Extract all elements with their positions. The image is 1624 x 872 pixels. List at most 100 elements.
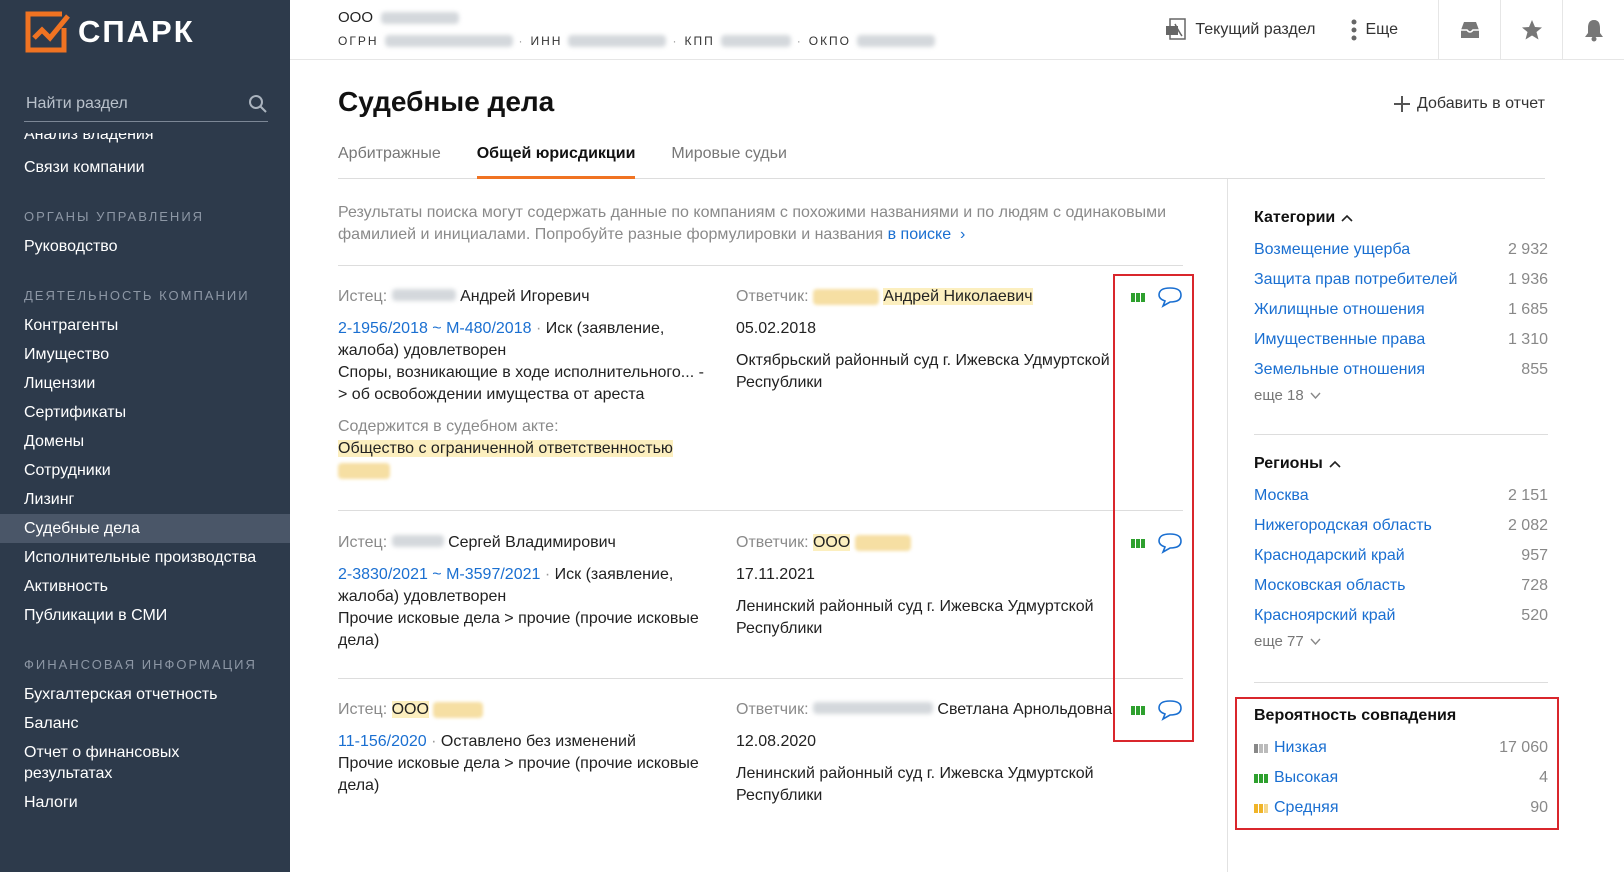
sidebar-item-company-links[interactable]: Связи компании — [0, 153, 290, 182]
facet-item-name: Защита прав потребителей — [1254, 271, 1458, 288]
plaintiff-line: Истец: ООО — [338, 699, 713, 721]
facet-categories-title: Категории — [1254, 209, 1336, 226]
sidebar-item-balance[interactable]: Баланс — [0, 709, 290, 738]
sidebar-search-input[interactable] — [24, 94, 224, 113]
company-ids: ОГРН · ИНН · КПП · ОКПО — [338, 34, 936, 48]
more-label: Еще — [1365, 21, 1398, 38]
add-to-report-button[interactable]: Добавить в отчет — [1393, 95, 1545, 113]
sidebar-item-licenses[interactable]: Лицензии — [0, 369, 290, 398]
case-result-line: 2-1956/2018 ~ М-480/2018 · Иск (заявлени… — [338, 320, 665, 359]
plaintiff-name-redacted — [433, 701, 484, 718]
facet-item[interactable]: Нижегородская область 2 082 — [1254, 511, 1548, 541]
favorites-button[interactable] — [1500, 0, 1562, 60]
case-number-link[interactable]: 2-3830/2021 ~ М-3597/2021 — [338, 566, 540, 583]
defendant-line: Ответчик: Светлана Арнольдовна — [736, 699, 1116, 721]
case-card: Истец: Сергей Владимирович 2-3830/2021 ~… — [338, 532, 1183, 672]
notice-link-label: в поиске — [887, 226, 952, 243]
act-text: Общество с ограниченной ответственностью — [338, 440, 673, 457]
defendant-name: Светлана Арнольдовна — [937, 701, 1113, 718]
sidebar-section-activity: ДЕЯТЕЛЬНОСТЬ КОМПАНИИ — [24, 288, 250, 303]
plaintiff-label: Истец: — [338, 701, 388, 718]
chevron-up-icon — [1329, 460, 1341, 468]
case-number-link[interactable]: 2-1956/2018 ~ М-480/2018 — [338, 320, 531, 337]
facet-item[interactable]: Московская область 728 — [1254, 571, 1548, 601]
case-number-link[interactable]: 11-156/2020 — [338, 733, 427, 750]
kpp-redacted — [720, 35, 791, 47]
facet-item[interactable]: Защита прав потребителей 1 936 — [1254, 265, 1548, 295]
defendant-name: Андрей Николаевич — [883, 288, 1033, 305]
facet-item[interactable]: Москва 2 151 — [1254, 481, 1548, 511]
facet-item-name: Москва — [1254, 487, 1309, 504]
sidebar-item-court-cases[interactable]: Судебные дела — [0, 514, 290, 543]
okpo-redacted — [857, 35, 936, 47]
facet-item-name: Нижегородская область — [1254, 517, 1432, 534]
tab-arbitration[interactable]: Арбитражные — [338, 140, 441, 179]
sidebar-item-taxes[interactable]: Налоги — [0, 788, 290, 817]
star-icon — [1521, 20, 1542, 40]
case-date: 12.08.2020 — [736, 733, 817, 750]
facet-item[interactable]: Земельные отношения 855 — [1254, 355, 1548, 385]
sidebar-item-ownership-analysis[interactable]: Анализ владения — [0, 133, 290, 153]
facet-item-count: 520 — [1521, 607, 1548, 624]
sidebar-item-domains[interactable]: Домены — [0, 427, 290, 456]
case-left-column: Истец: ООО 11-156/2020 · Оставлено без и… — [338, 699, 713, 797]
sidebar-item-financial-results[interactable]: Отчет о финансовых результатах — [0, 738, 210, 788]
facet-item-count: 1 936 — [1507, 271, 1548, 288]
top-actions: Текущий раздел Еще — [1147, 0, 1624, 60]
facet-regions-more[interactable]: еще 77 — [1254, 633, 1548, 650]
facet-item-count: 2 932 — [1507, 241, 1548, 258]
highlight-box-case-icons — [1113, 274, 1194, 742]
facet-item[interactable]: Краснодарский край 957 — [1254, 541, 1548, 571]
facet-item[interactable]: Жилищные отношения 1 685 — [1254, 295, 1548, 325]
defendant-label: Ответчик: — [736, 701, 809, 718]
case-category: Прочие исковые дела > прочие (прочие иск… — [338, 755, 699, 794]
plaintiff-name: Андрей Игоревич — [460, 288, 590, 305]
facet-item-count: 957 — [1521, 547, 1548, 564]
page-title: Судебные дела — [338, 86, 555, 117]
tab-magistrates[interactable]: Мировые судьи — [671, 140, 786, 179]
company-name-redacted — [381, 11, 460, 24]
facet-categories-more[interactable]: еще 18 — [1254, 387, 1548, 404]
logo[interactable]: СПАРК — [24, 10, 195, 54]
case-left-column: Истец: Сергей Владимирович 2-3830/2021 ~… — [338, 532, 713, 652]
sidebar-item-activity[interactable]: Активность — [0, 572, 290, 601]
facet-item[interactable]: Имущественные права 1 310 — [1254, 325, 1548, 355]
search-icon[interactable] — [248, 94, 268, 114]
case-result-line: 11-156/2020 · Оставлено без изменений — [338, 733, 636, 750]
plaintiff-surname-redacted — [391, 289, 456, 301]
more-button[interactable]: Еще — [1333, 0, 1438, 60]
notice-text: Результаты поиска могут содержать данные… — [338, 204, 1167, 243]
facet-categories-header[interactable]: Категории — [1254, 209, 1548, 227]
facet-regions: Регионы Москва 2 151 Нижегородская област… — [1254, 455, 1548, 650]
facet-item[interactable]: Возмещение ущерба 2 932 — [1254, 235, 1548, 265]
facet-item-name: Краснодарский край — [1254, 547, 1405, 564]
court-name: Ленинский районный суд г. Ижевска Удмурт… — [736, 598, 1094, 637]
more-vertical-icon — [1351, 19, 1357, 41]
sidebar-item-accounting[interactable]: Бухгалтерская отчетность — [0, 680, 290, 709]
sidebar-item-employees[interactable]: Сотрудники — [0, 456, 290, 485]
plaintiff-label: Истец: — [338, 534, 388, 551]
inbox-button[interactable] — [1438, 0, 1500, 60]
case-right-column: Ответчик: ООО 17.11.2021 Ленинский район… — [736, 532, 1116, 640]
tab-general-jurisdiction[interactable]: Общей юрисдикции — [476, 140, 636, 179]
sidebar-item-media[interactable]: Публикации в СМИ — [0, 601, 290, 630]
kpp-label: КПП — [684, 34, 715, 48]
facet-regions-header[interactable]: Регионы — [1254, 455, 1548, 473]
notice-search-link[interactable]: в поиске › — [888, 226, 966, 243]
sidebar-item-management[interactable]: Руководство — [0, 232, 290, 261]
plaintiff-line: Истец: Сергей Владимирович — [338, 532, 713, 554]
facet-item-count: 728 — [1521, 577, 1548, 594]
defendant-line: Ответчик: Андрей Николаевич — [736, 286, 1116, 308]
sidebar-item-leasing[interactable]: Лизинг — [0, 485, 290, 514]
sidebar-item-counterparties[interactable]: Контрагенты — [0, 311, 290, 340]
current-section-button[interactable]: Текущий раздел — [1147, 0, 1333, 60]
facet-item[interactable]: Красноярский край 520 — [1254, 601, 1548, 631]
sidebar-item-enforcement[interactable]: Исполнительные производства — [0, 543, 290, 572]
case-date: 17.11.2021 — [736, 566, 815, 583]
notifications-button[interactable] — [1562, 0, 1624, 60]
results-divider — [338, 265, 1183, 266]
sidebar-item-certificates[interactable]: Сертификаты — [0, 398, 290, 427]
case-category: Прочие исковые дела > прочие (прочие иск… — [338, 610, 699, 649]
plaintiff-line: Истец: Андрей Игоревич — [338, 286, 713, 308]
sidebar-item-property[interactable]: Имущество — [0, 340, 290, 369]
